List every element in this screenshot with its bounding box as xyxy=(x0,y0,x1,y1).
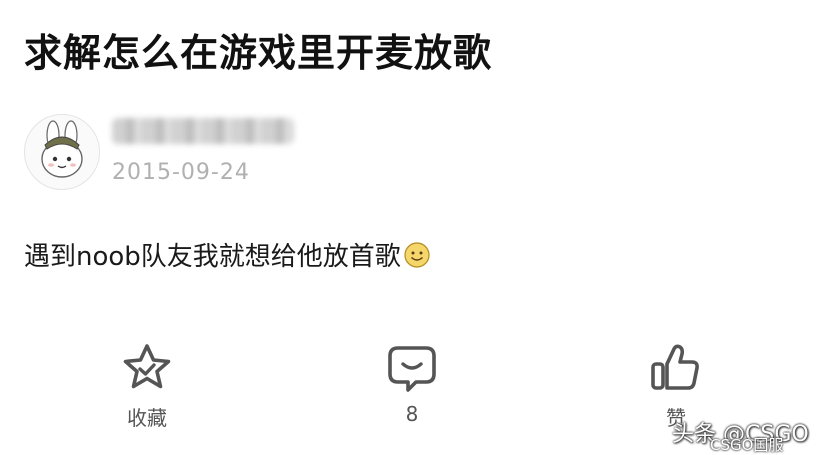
post-date: 2015-09-24 xyxy=(112,160,250,185)
comment-button[interactable]: 8 xyxy=(367,340,457,426)
star-check-icon xyxy=(119,340,175,396)
comment-count: 8 xyxy=(405,402,419,426)
collect-button[interactable]: 收藏 xyxy=(102,340,192,431)
username-blurred[interactable] xyxy=(112,118,294,144)
thumbs-up-icon xyxy=(648,340,704,396)
collect-label: 收藏 xyxy=(127,406,167,430)
watermark-sub: CSGO国服 xyxy=(710,436,784,454)
comment-bubble-icon xyxy=(384,340,440,396)
avatar[interactable] xyxy=(24,114,100,190)
rabbit-avatar-icon xyxy=(41,120,83,178)
post-content-text: 遇到noob队友我就想给他放首歌 xyxy=(24,242,401,272)
post-content: 遇到noob队友我就想给他放首歌 xyxy=(24,236,431,273)
smile-emoji-icon xyxy=(403,241,431,269)
post-title: 求解怎么在游戏里开麦放歌 xyxy=(24,31,493,75)
